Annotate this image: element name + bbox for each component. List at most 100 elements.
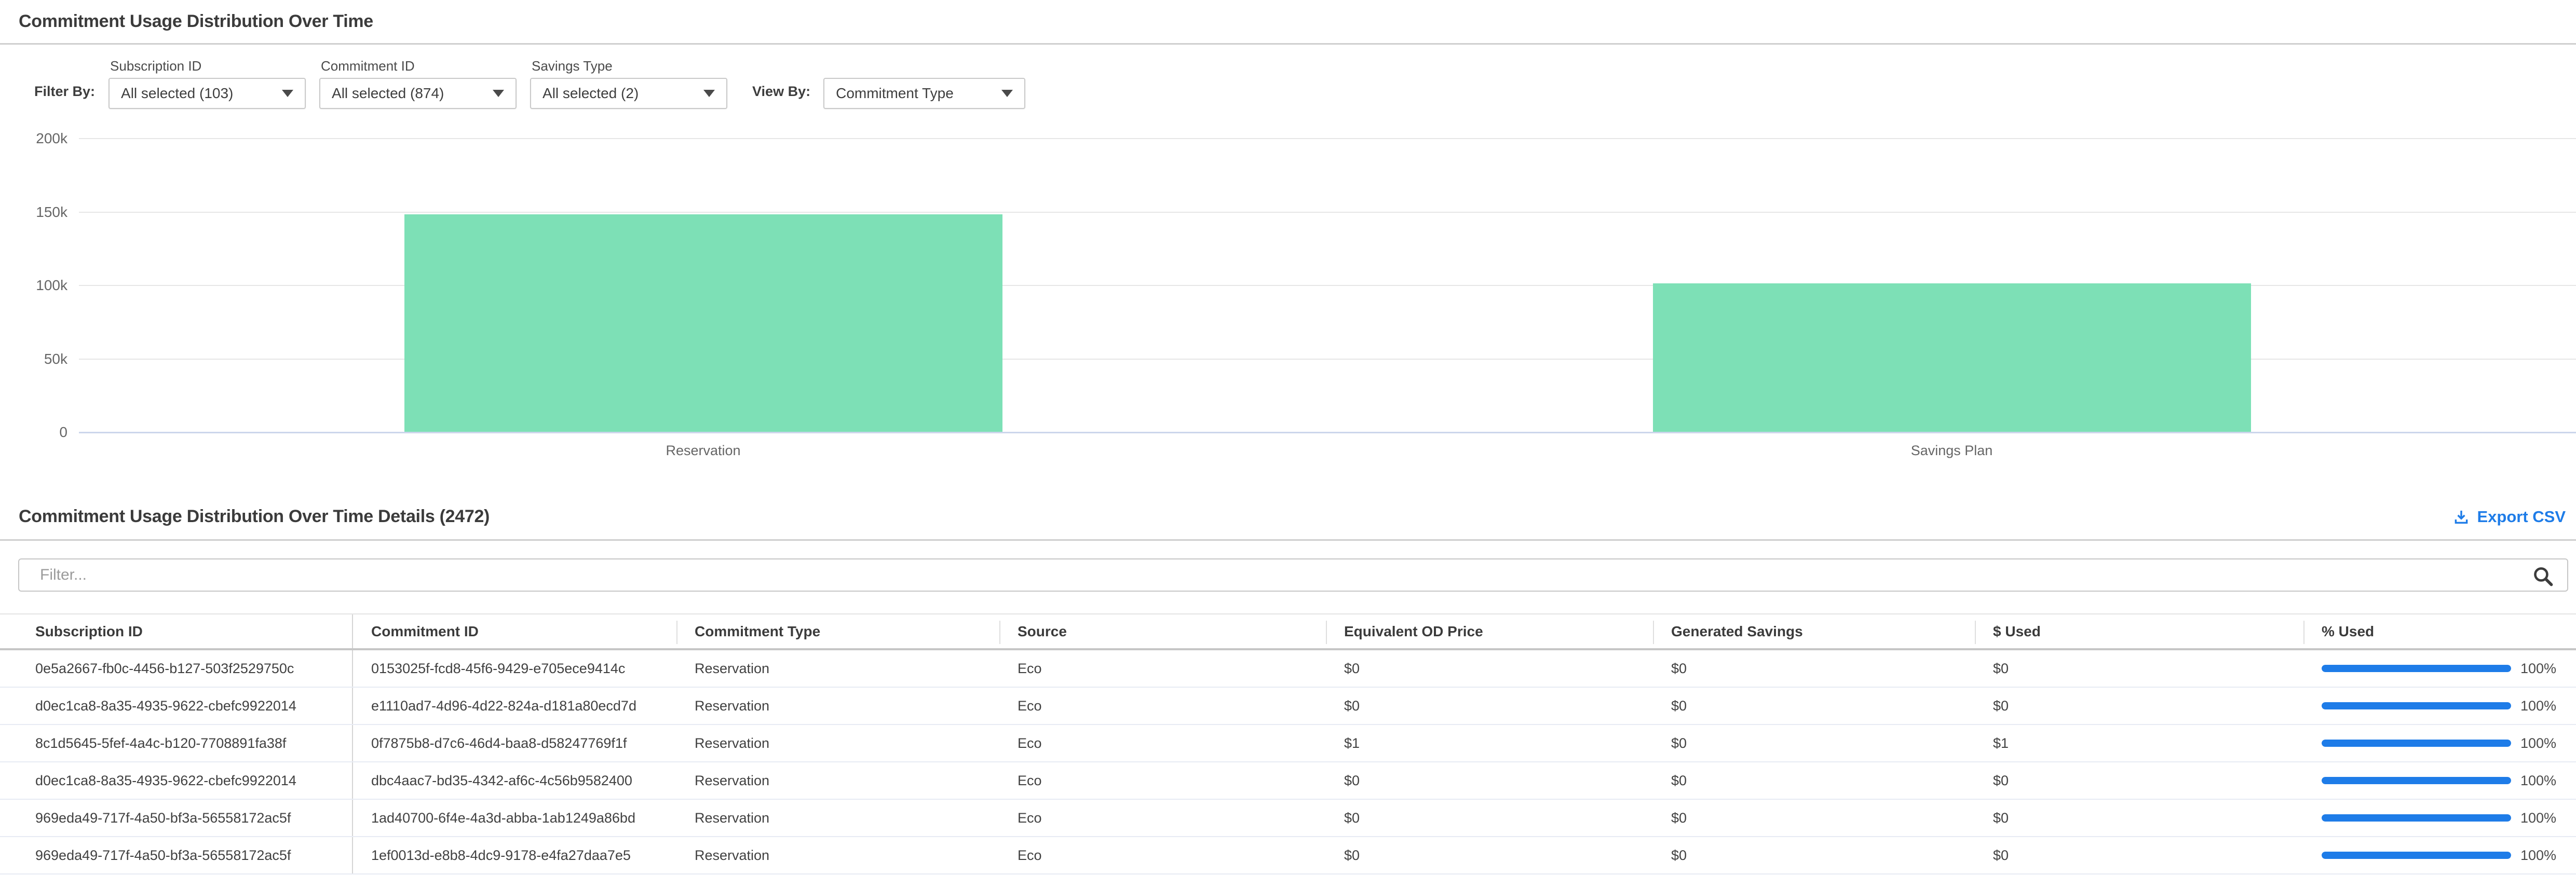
details-table: Subscription IDCommitment IDCommitment T… (0, 613, 2576, 874)
commitment-id-dropdown-value: All selected (874) (332, 85, 444, 102)
cell-source: Eco (999, 725, 1326, 761)
table-body: 0e5a2667-fb0c-4456-b127-503f2529750c0153… (0, 650, 2576, 874)
cell-subscription-id: 969eda49-717f-4a50-bf3a-56558172ac5f (0, 837, 353, 873)
savings-type-dropdown[interactable]: All selected (2) (530, 78, 727, 109)
cell-dollars-used: $0 (1975, 762, 2303, 799)
table-row: 969eda49-717f-4a50-bf3a-56558172ac5f1ef0… (0, 837, 2576, 874)
download-icon (2452, 508, 2470, 526)
column-header-generated-savings[interactable]: Generated Savings (1653, 614, 1975, 648)
cell-commitment-id: 1ef0013d-e8b8-4dc9-9178-e4fa27daa7e5 (353, 837, 676, 873)
chevron-down-icon (1001, 90, 1013, 97)
pct-used-progress-bar (2322, 740, 2511, 747)
commitment-id-filter-label: Commitment ID (321, 58, 517, 74)
pct-used-value: 100% (2520, 810, 2556, 826)
view-by-dropdown-value: Commitment Type (836, 85, 954, 102)
savings-type-filter-group: Savings Type All selected (2) (530, 58, 727, 109)
column-header-commitment-type[interactable]: Commitment Type (676, 614, 999, 648)
cell-pct-used: 100% (2303, 650, 2576, 687)
page-title: Commitment Usage Distribution Over Time (0, 11, 2576, 32)
subscription-id-filter-label: Subscription ID (110, 58, 306, 74)
view-by-dropdown[interactable]: Commitment Type (823, 78, 1025, 109)
cell-pct-used: 100% (2303, 688, 2576, 724)
cell-equivalent-od-price: $1 (1326, 725, 1653, 761)
cell-subscription-id: 0e5a2667-fb0c-4456-b127-503f2529750c (0, 650, 353, 687)
chevron-down-icon (493, 90, 504, 97)
usage-distribution-panel: Commitment Usage Distribution Over Time … (0, 0, 2576, 462)
y-axis-tick-label: 0 (0, 424, 67, 441)
cell-pct-used: 100% (2303, 725, 2576, 761)
column-header-equivalent-od-price[interactable]: Equivalent OD Price (1326, 614, 1653, 648)
cell-generated-savings: $0 (1653, 762, 1975, 799)
cell-subscription-id: d0ec1ca8-8a35-4935-9622-cbefc9922014 (0, 762, 353, 799)
cell-source: Eco (999, 650, 1326, 687)
x-axis-label-savings-plan: Savings Plan (1911, 443, 1993, 459)
pct-used-progress-bar (2322, 777, 2511, 784)
cell-generated-savings: $0 (1653, 650, 1975, 687)
column-header-subscription-id[interactable]: Subscription ID (0, 614, 353, 648)
subscription-id-dropdown-value: All selected (103) (121, 85, 233, 102)
cell-generated-savings: $0 (1653, 688, 1975, 724)
table-row: d0ec1ca8-8a35-4935-9622-cbefc9922014e111… (0, 688, 2576, 725)
table-row: 969eda49-717f-4a50-bf3a-56558172ac5f1ad4… (0, 800, 2576, 837)
pct-used-value: 100% (2520, 773, 2556, 789)
view-by-label: View By: (752, 84, 810, 100)
cell-dollars-used: $1 (1975, 725, 2303, 761)
chevron-down-icon (703, 90, 715, 97)
chevron-down-icon (282, 90, 293, 97)
column-header-commitment-id[interactable]: Commitment ID (353, 614, 676, 648)
cell-subscription-id: 969eda49-717f-4a50-bf3a-56558172ac5f (0, 800, 353, 836)
details-divider (0, 539, 2576, 541)
commitment-id-filter-group: Commitment ID All selected (874) (319, 58, 517, 109)
cell-subscription-id: d0ec1ca8-8a35-4935-9622-cbefc9922014 (0, 688, 353, 724)
export-csv-label: Export CSV (2477, 508, 2566, 526)
cell-equivalent-od-price: $0 (1326, 762, 1653, 799)
cell-commitment-type: Reservation (676, 762, 999, 799)
pct-used-progress-fill (2322, 814, 2511, 822)
pct-used-value: 100% (2520, 847, 2556, 864)
column-header-used[interactable]: $ Used (1975, 614, 2303, 648)
subscription-id-dropdown[interactable]: All selected (103) (109, 78, 306, 109)
pct-used-value: 100% (2520, 698, 2556, 714)
table-row: d0ec1ca8-8a35-4935-9622-cbefc9922014dbc4… (0, 762, 2576, 800)
table-filter-input[interactable] (18, 558, 2568, 592)
bar-savings-plan (1653, 283, 2251, 432)
cell-equivalent-od-price: $0 (1326, 650, 1653, 687)
cell-source: Eco (999, 800, 1326, 836)
filter-bar: Filter By: Subscription ID All selected … (0, 58, 2576, 109)
x-axis-label-reservation: Reservation (666, 443, 740, 459)
cell-generated-savings: $0 (1653, 837, 1975, 873)
y-axis-tick-label: 50k (0, 351, 67, 367)
table-row: 0e5a2667-fb0c-4456-b127-503f2529750c0153… (0, 650, 2576, 688)
pct-used-progress-bar (2322, 852, 2511, 859)
pct-used-progress-fill (2322, 777, 2511, 784)
details-header: Commitment Usage Distribution Over Time … (0, 507, 2576, 527)
search-icon[interactable] (2531, 564, 2555, 588)
savings-type-filter-label: Savings Type (532, 58, 727, 74)
column-header-source[interactable]: Source (999, 614, 1326, 648)
column-header-used[interactable]: % Used (2303, 614, 2576, 648)
table-row: 8c1d5645-5fef-4a4c-b120-7708891fa38f0f78… (0, 725, 2576, 762)
pct-used-progress-fill (2322, 740, 2511, 747)
y-axis-tick-label: 100k (0, 277, 67, 294)
bar-reservation (404, 214, 1002, 432)
pct-used-progress-bar (2322, 702, 2511, 709)
cell-commitment-id: 1ad40700-6f4e-4a3d-abba-1ab1249a86bd (353, 800, 676, 836)
commitment-id-dropdown[interactable]: All selected (874) (319, 78, 517, 109)
cell-commitment-type: Reservation (676, 725, 999, 761)
cell-dollars-used: $0 (1975, 800, 2303, 836)
export-csv-button[interactable]: Export CSV (2452, 508, 2566, 526)
usage-chart: 050k100k150k200kReservationSavings Plan (0, 126, 2576, 462)
cell-pct-used: 100% (2303, 762, 2576, 799)
cell-source: Eco (999, 837, 1326, 873)
cell-commitment-type: Reservation (676, 837, 999, 873)
pct-used-progress-bar (2322, 665, 2511, 672)
cell-dollars-used: $0 (1975, 650, 2303, 687)
cell-commitment-type: Reservation (676, 688, 999, 724)
pct-used-progress-fill (2322, 852, 2511, 859)
cell-source: Eco (999, 688, 1326, 724)
cell-commitment-type: Reservation (676, 650, 999, 687)
cell-generated-savings: $0 (1653, 800, 1975, 836)
usage-details-panel: Commitment Usage Distribution Over Time … (0, 507, 2576, 874)
cell-dollars-used: $0 (1975, 688, 2303, 724)
pct-used-value: 100% (2520, 735, 2556, 751)
